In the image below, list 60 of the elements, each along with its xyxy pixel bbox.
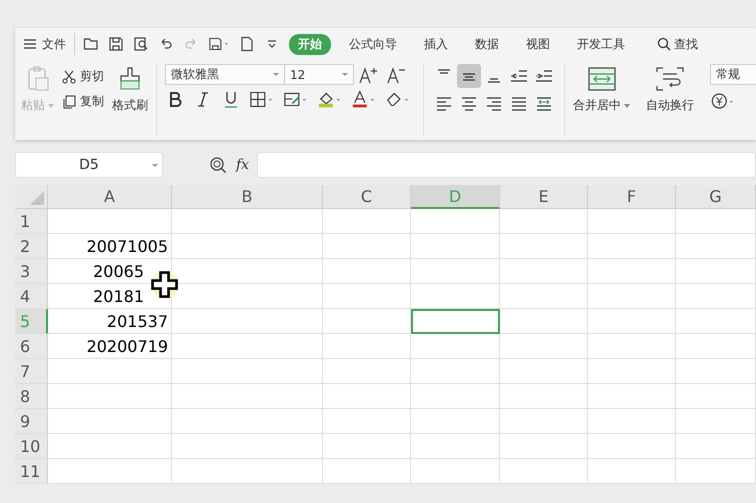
search-button[interactable]: 查找 xyxy=(657,36,698,52)
copy-button[interactable]: 复制 xyxy=(62,93,104,110)
column-header[interactable]: F xyxy=(588,185,676,209)
clipboard-icon xyxy=(26,66,50,92)
print-preview-icon[interactable] xyxy=(133,36,149,52)
ribbon-tab[interactable]: 插入 xyxy=(415,34,457,54)
font-color-icon[interactable] xyxy=(351,89,377,109)
column-header[interactable]: A xyxy=(48,185,172,209)
ribbon-tab[interactable]: 开发工具 xyxy=(568,34,634,54)
table-cell: 201537 xyxy=(48,309,172,334)
wrap-text-button[interactable]: 自动换行 xyxy=(638,64,702,144)
open-folder-icon[interactable] xyxy=(83,36,99,52)
new-document-icon[interactable] xyxy=(239,36,255,52)
search-icon xyxy=(657,37,671,51)
currency-icon[interactable] xyxy=(710,91,736,111)
column-header[interactable]: G xyxy=(676,185,756,209)
row-header[interactable]: 4 xyxy=(15,284,48,309)
file-menu-button[interactable]: 文件 xyxy=(23,36,66,52)
row-header[interactable]: 6 xyxy=(15,334,48,359)
column-header[interactable]: E xyxy=(500,185,588,209)
row-header[interactable]: 3 xyxy=(15,259,48,284)
column-header[interactable]: C xyxy=(323,185,411,209)
vertical-align-icon[interactable] xyxy=(457,64,481,88)
font-name-field[interactable]: 微软雅黑 xyxy=(165,64,285,85)
table-cell: 20200719 xyxy=(48,334,172,359)
save-as-icon[interactable] xyxy=(208,36,230,52)
ribbon-tab[interactable]: 视图 xyxy=(517,34,559,54)
cut-button[interactable]: 剪切 xyxy=(62,68,104,85)
table-cell: 20071005 xyxy=(48,234,172,259)
row-header[interactable]: 1 xyxy=(15,209,48,234)
merge-center-button[interactable]: 合并居中 xyxy=(565,64,638,144)
ribbon-tab[interactable]: 开始 xyxy=(289,34,331,54)
font-size-field[interactable]: 12 xyxy=(284,64,354,85)
name-box[interactable]: D5 xyxy=(15,152,163,178)
number-format-field[interactable]: 常规 xyxy=(710,64,756,85)
column-header[interactable]: B xyxy=(172,185,323,209)
function-label[interactable]: fx xyxy=(236,157,250,173)
selected-cell[interactable] xyxy=(411,309,500,334)
caret-icon xyxy=(624,104,630,108)
brush-icon xyxy=(119,66,141,92)
zoom-icon[interactable] xyxy=(209,156,227,174)
row-header[interactable]: 11 xyxy=(15,459,48,484)
caret-icon xyxy=(48,104,54,108)
scissors-icon xyxy=(62,70,76,84)
save-icon[interactable] xyxy=(108,36,124,52)
cursor-icon xyxy=(149,269,181,301)
menu-icon xyxy=(23,38,37,50)
ribbon-tab[interactable]: 公式向导 xyxy=(340,34,406,54)
row-header[interactable]: 2 xyxy=(15,234,48,259)
format-painter-button[interactable]: 格式刷 xyxy=(112,64,148,136)
merge-cells-icon xyxy=(586,66,616,92)
formula-field[interactable] xyxy=(257,152,756,178)
ribbon-tab[interactable]: 数据 xyxy=(466,34,508,54)
row-header[interactable]: 9 xyxy=(15,409,48,434)
row-header[interactable]: 10 xyxy=(15,434,48,459)
row-header[interactable]: 8 xyxy=(15,384,48,409)
borders-icon[interactable] xyxy=(249,89,275,109)
copy-icon xyxy=(62,94,76,108)
row-header[interactable]: 7 xyxy=(15,359,48,384)
wrap-text-icon xyxy=(655,66,685,92)
